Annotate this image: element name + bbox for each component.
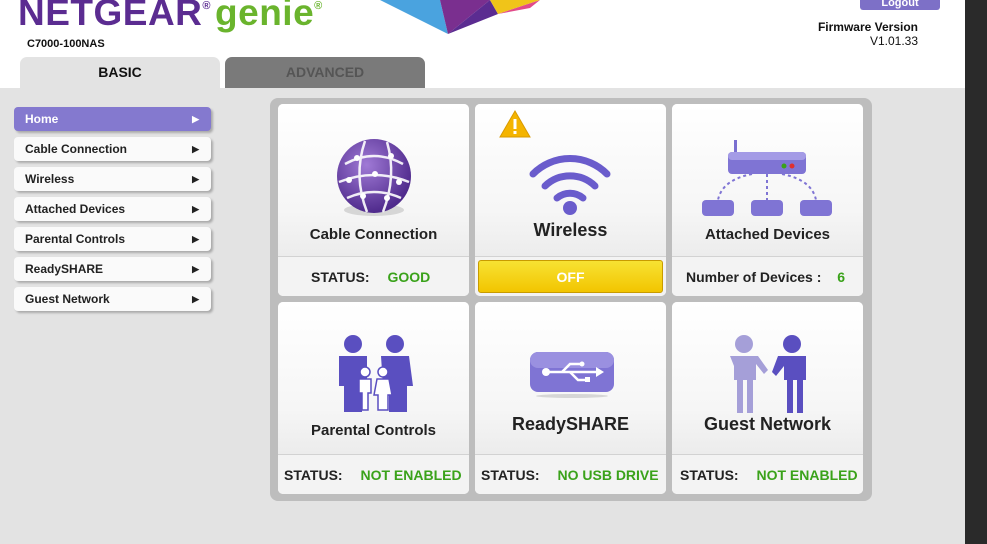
network-devices-icon bbox=[702, 140, 834, 225]
tile-status-bar: STATUS: GOOD bbox=[278, 256, 469, 296]
chevron-right-icon: ▶ bbox=[192, 174, 199, 184]
tile-title: Wireless bbox=[533, 220, 608, 240]
sidebar-item-cable-connection[interactable]: Cable Connection ▶ bbox=[14, 137, 211, 161]
sidebar-item-readyshare[interactable]: ReadySHARE ▶ bbox=[14, 257, 211, 281]
warning-icon bbox=[499, 109, 531, 143]
firmware-version: V1.01.33 bbox=[869, 34, 918, 48]
sidebar-item-label: Guest Network bbox=[25, 292, 110, 306]
tile-title: Guest Network bbox=[703, 414, 832, 434]
tile-status-bar: Number of Devices : 6 bbox=[672, 256, 863, 296]
tile-status-bar: STATUS: NO USB DRIVE bbox=[475, 454, 666, 494]
genie-graphic bbox=[380, 0, 550, 36]
sidebar-item-parental-controls[interactable]: Parental Controls ▶ bbox=[14, 227, 211, 251]
status-label: STATUS: bbox=[311, 269, 370, 285]
tile-title: ReadySHARE bbox=[511, 414, 630, 434]
sidebar-item-label: Parental Controls bbox=[25, 232, 126, 246]
sidebar-item-wireless[interactable]: Wireless ▶ bbox=[14, 167, 211, 191]
globe-icon bbox=[335, 138, 413, 223]
tile-guest-network[interactable]: Guest Network STATUS: NOT ENABLED bbox=[672, 302, 863, 494]
status-value: NOT ENABLED bbox=[756, 467, 858, 483]
family-icon bbox=[335, 334, 415, 419]
window-edge bbox=[965, 0, 987, 544]
logout-button[interactable]: Logout bbox=[860, 0, 940, 10]
wifi-icon bbox=[525, 144, 615, 221]
chevron-right-icon: ▶ bbox=[192, 114, 199, 124]
header: NETGEAR® genie® C7000-100NAS Logout Firmw… bbox=[0, 0, 965, 88]
status-value: NO USB DRIVE bbox=[557, 467, 659, 483]
model-number: C7000-100NAS bbox=[27, 38, 105, 50]
status-value: GOOD bbox=[387, 269, 431, 285]
dashboard-panel: Cable Connection STATUS: GOOD Wireless O… bbox=[270, 98, 872, 501]
status-label: STATUS: bbox=[481, 467, 540, 483]
sidebar-item-label: Home bbox=[25, 112, 59, 126]
tile-title: Parental Controls bbox=[310, 422, 437, 439]
status-label: Number of Devices : bbox=[686, 269, 822, 285]
sidebar-item-guest-network[interactable]: Guest Network ▶ bbox=[14, 287, 211, 311]
chevron-right-icon: ▶ bbox=[192, 234, 199, 244]
tile-attached-devices[interactable]: Attached Devices Number of Devices : 6 bbox=[672, 104, 863, 296]
tile-cable-connection[interactable]: Cable Connection STATUS: GOOD bbox=[278, 104, 469, 296]
tile-status-bar: STATUS: NOT ENABLED bbox=[278, 454, 469, 494]
status-label: STATUS: bbox=[680, 467, 739, 483]
sidebar-item-home[interactable]: Home ▶ bbox=[14, 107, 211, 131]
device-count: 6 bbox=[837, 269, 846, 285]
guests-icon bbox=[724, 334, 814, 419]
tile-parental-controls[interactable]: Parental Controls STATUS: NOT ENABLED bbox=[278, 302, 469, 494]
tile-title: Attached Devices bbox=[704, 226, 831, 243]
tab-basic[interactable]: BASIC bbox=[20, 57, 220, 88]
chevron-right-icon: ▶ bbox=[192, 294, 199, 304]
netgear-genie-logo: NETGEAR® genie® bbox=[18, 0, 323, 33]
status-value: NOT ENABLED bbox=[360, 467, 462, 483]
usb-icon bbox=[530, 352, 614, 403]
tile-title: Cable Connection bbox=[309, 226, 438, 243]
sidebar-item-label: Cable Connection bbox=[25, 142, 128, 156]
firmware-label: Firmware Version bbox=[817, 20, 918, 34]
chevron-right-icon: ▶ bbox=[192, 204, 199, 214]
chevron-right-icon: ▶ bbox=[192, 264, 199, 274]
sidebar-item-attached-devices[interactable]: Attached Devices ▶ bbox=[14, 197, 211, 221]
sidebar-item-label: Attached Devices bbox=[25, 202, 126, 216]
sidebar-item-label: ReadySHARE bbox=[25, 262, 104, 276]
wireless-off-status[interactable]: OFF bbox=[478, 260, 663, 293]
chevron-right-icon: ▶ bbox=[192, 144, 199, 154]
sidebar-item-label: Wireless bbox=[25, 172, 75, 186]
tile-wireless[interactable]: Wireless OFF bbox=[475, 104, 666, 296]
status-label: STATUS: bbox=[284, 467, 343, 483]
tile-status-bar: OFF bbox=[475, 256, 666, 296]
tile-readyshare[interactable]: ReadySHARE STATUS: NO USB DRIVE bbox=[475, 302, 666, 494]
tab-advanced[interactable]: ADVANCED bbox=[225, 57, 425, 88]
tile-status-bar: STATUS: NOT ENABLED bbox=[672, 454, 863, 494]
